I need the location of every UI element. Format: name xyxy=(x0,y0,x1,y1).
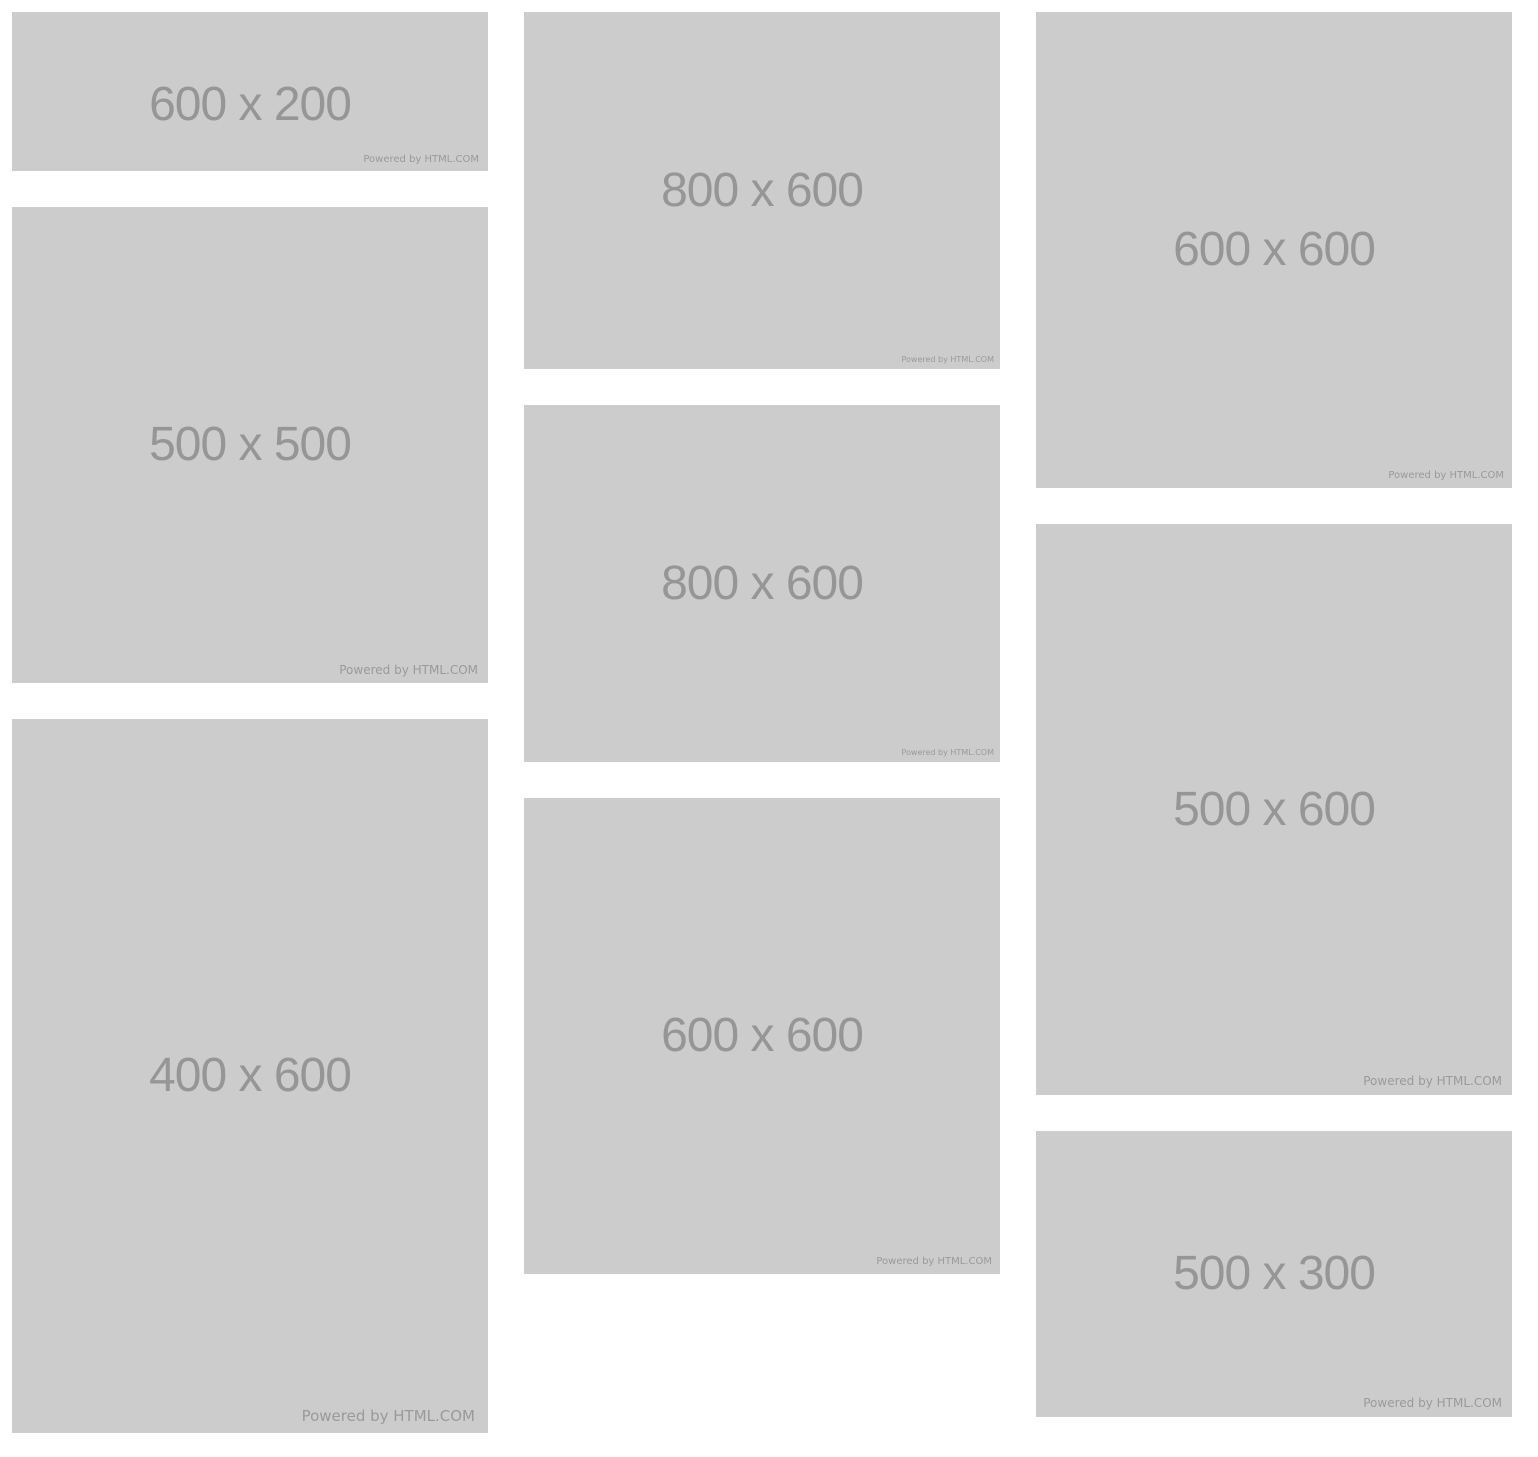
placeholder-image[interactable]: 400 x 600 Powered by HTML.COM xyxy=(12,719,488,1433)
image-gallery: 600 x 200 Powered by HTML.COM 500 x 500 … xyxy=(0,0,1538,1457)
image-dimensions-label: 500 x 300 xyxy=(1173,1247,1376,1300)
image-dimensions-label: 600 x 600 xyxy=(661,1009,864,1062)
powered-by-credit: Powered by HTML.COM xyxy=(339,663,478,677)
placeholder-image[interactable]: 600 x 600 Powered by HTML.COM xyxy=(524,798,1000,1274)
image-dimensions-label: 500 x 600 xyxy=(1173,782,1376,836)
placeholder-image[interactable]: 800 x 600 Powered by HTML.COM xyxy=(524,12,1000,369)
powered-by-credit: Powered by HTML.COM xyxy=(363,154,479,165)
image-dimensions-label: 800 x 600 xyxy=(661,163,864,217)
image-dimensions-label: 400 x 600 xyxy=(149,1049,352,1102)
placeholder-image[interactable]: 500 x 500 Powered by HTML.COM xyxy=(12,207,488,683)
powered-by-credit: Powered by HTML.COM xyxy=(1363,1396,1502,1410)
image-dimensions-label: 500 x 500 xyxy=(149,418,352,471)
placeholder-image[interactable]: 500 x 600 Powered by HTML.COM xyxy=(1036,524,1512,1095)
image-dimensions-label: 600 x 200 xyxy=(149,78,352,131)
powered-by-credit: Powered by HTML.COM xyxy=(1363,1074,1502,1088)
placeholder-image[interactable]: 600 x 600 Powered by HTML.COM xyxy=(1036,12,1512,488)
placeholder-image[interactable]: 500 x 300 Powered by HTML.COM xyxy=(1036,1131,1512,1417)
image-dimensions-label: 800 x 600 xyxy=(661,556,864,610)
powered-by-credit: Powered by HTML.COM xyxy=(301,1407,475,1425)
powered-by-credit: Powered by HTML.COM xyxy=(901,355,995,364)
powered-by-credit: Powered by HTML.COM xyxy=(1388,470,1504,481)
powered-by-credit: Powered by HTML.COM xyxy=(901,748,995,757)
image-dimensions-label: 600 x 600 xyxy=(1173,223,1376,276)
powered-by-credit: Powered by HTML.COM xyxy=(876,1256,992,1267)
placeholder-image[interactable]: 600 x 200 Powered by HTML.COM xyxy=(12,12,488,171)
placeholder-image[interactable]: 800 x 600 Powered by HTML.COM xyxy=(524,405,1000,762)
